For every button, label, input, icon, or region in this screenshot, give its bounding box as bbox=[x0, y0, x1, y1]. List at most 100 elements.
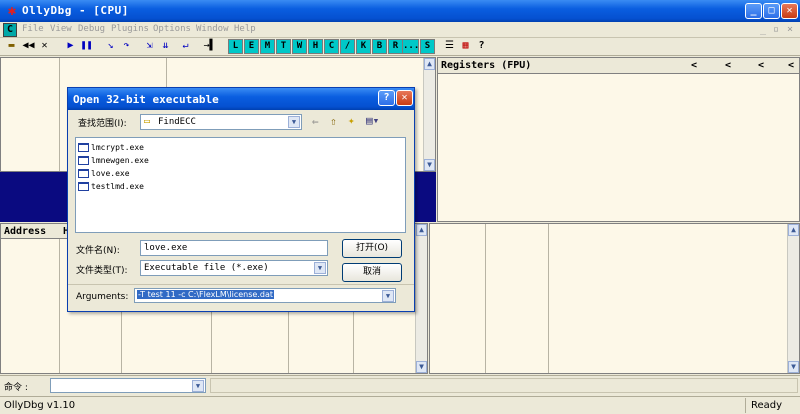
open-folder-icon[interactable]: ▬ bbox=[4, 39, 19, 54]
lookin-value: FindECC bbox=[158, 117, 196, 127]
dialog-close-button[interactable]: ✕ bbox=[396, 90, 413, 106]
minimize-button[interactable]: _ bbox=[745, 3, 762, 19]
filetype-select[interactable]: Executable file (*.exe) ▼ bbox=[140, 260, 328, 276]
file-name: love.exe bbox=[91, 169, 130, 178]
toolbar-letter-button[interactable]: S bbox=[420, 39, 435, 54]
list-item[interactable]: lmcrypt.exe bbox=[78, 141, 144, 154]
registers-nav-button[interactable]: < bbox=[691, 60, 697, 71]
file-list[interactable]: lmcrypt.exe lmnewgen.exe love.exe testlm… bbox=[75, 137, 406, 233]
new-folder-icon[interactable]: ✦ bbox=[348, 114, 355, 127]
filetype-label: 文件类型(T): bbox=[76, 266, 128, 276]
color-grid-icon[interactable]: ▦ bbox=[458, 39, 473, 54]
stack-pane[interactable]: ▲ ▼ bbox=[429, 223, 800, 374]
registers-nav-button[interactable]: < bbox=[725, 60, 731, 71]
registers-nav-button[interactable]: < bbox=[758, 60, 764, 71]
pause-icon[interactable]: ❚❚ bbox=[79, 39, 94, 54]
trace-over-icon[interactable]: ⇊ bbox=[158, 39, 173, 54]
maximize-button[interactable]: □ bbox=[763, 3, 780, 19]
filetype-value: Executable file (*.exe) bbox=[144, 263, 269, 273]
step-into-icon[interactable]: ↘ bbox=[103, 39, 118, 54]
menu-bar: C File View Debug Plugins Options Window… bbox=[0, 22, 800, 38]
toolbar-letter-button[interactable]: ... bbox=[402, 39, 419, 54]
exe-file-icon bbox=[78, 182, 89, 191]
toolbar-letter-button[interactable]: B bbox=[372, 39, 387, 54]
scroll-up-icon[interactable]: ▲ bbox=[788, 224, 799, 236]
step-over-icon[interactable]: ↷ bbox=[119, 39, 134, 54]
scroll-down-icon[interactable]: ▼ bbox=[416, 361, 427, 373]
command-label: 命令 : bbox=[4, 383, 28, 393]
toolbar-letter-button[interactable]: C bbox=[324, 39, 339, 54]
filename-input[interactable]: love.exe bbox=[140, 240, 328, 256]
folder-icon: ▭ bbox=[144, 116, 151, 127]
column-divider bbox=[59, 239, 60, 373]
column-divider bbox=[59, 58, 60, 171]
chevron-down-icon[interactable]: ▼ bbox=[288, 116, 300, 128]
chevron-down-icon[interactable]: ▼ bbox=[192, 380, 204, 392]
menu-options[interactable]: Options bbox=[153, 24, 191, 34]
view-menu-icon[interactable]: ▤▾ bbox=[366, 114, 379, 127]
status-right-panel: Ready bbox=[745, 398, 799, 413]
menu-file[interactable]: File bbox=[22, 24, 44, 34]
toolbar-letter-button[interactable]: M bbox=[260, 39, 275, 54]
menu-view[interactable]: View bbox=[50, 24, 72, 34]
run-icon[interactable]: ▶ bbox=[63, 39, 78, 54]
toolbar-letter-button[interactable]: E bbox=[244, 39, 259, 54]
stack-scrollbar[interactable]: ▲ ▼ bbox=[787, 224, 799, 373]
scroll-down-icon[interactable]: ▼ bbox=[788, 361, 799, 373]
mdi-minimize-icon[interactable]: _ bbox=[760, 24, 766, 35]
dump-address-header: Address bbox=[4, 226, 47, 237]
open-executable-dialog: Open 32-bit executable ? ✕ 查找范围(I): ▭ Fi… bbox=[67, 87, 415, 312]
command-input[interactable]: ▼ bbox=[50, 378, 206, 393]
toolbar-letter-button[interactable]: / bbox=[340, 39, 355, 54]
arguments-input[interactable]: -T test 11 -c C:\FlexLM\license.dat ▼ bbox=[134, 288, 396, 303]
toolbar-letter-button[interactable]: R bbox=[388, 39, 403, 54]
scroll-down-icon[interactable]: ▼ bbox=[424, 159, 435, 171]
dialog-divider bbox=[68, 284, 414, 285]
chevron-down-icon[interactable]: ▼ bbox=[314, 262, 326, 274]
toolbar: ▬ ◀◀ ✕ ▶ ❚❚ ↘ ↷ ⇲ ⇊ ↵ →▌ L E M T W H C /… bbox=[0, 38, 800, 56]
exe-file-icon bbox=[78, 156, 89, 165]
trace-into-icon[interactable]: ⇲ bbox=[142, 39, 157, 54]
menu-debug[interactable]: Debug bbox=[78, 24, 105, 34]
back-arrow-icon[interactable]: ⇐ bbox=[312, 115, 319, 128]
help-icon[interactable]: ? bbox=[474, 39, 489, 54]
registers-pane[interactable]: Registers (FPU) < < < < bbox=[437, 57, 800, 222]
file-name: lmnewgen.exe bbox=[91, 156, 149, 165]
scroll-up-icon[interactable]: ▲ bbox=[416, 224, 427, 236]
up-folder-icon[interactable]: ⇧ bbox=[330, 115, 337, 128]
rewind-icon[interactable]: ◀◀ bbox=[21, 39, 36, 54]
menu-help[interactable]: Help bbox=[234, 24, 256, 34]
title-bar: ✱ OllyDbg - [CPU] _ □ ✕ bbox=[0, 0, 800, 22]
dialog-help-button[interactable]: ? bbox=[378, 90, 395, 106]
registers-nav-button[interactable]: < bbox=[788, 60, 794, 71]
toolbar-letter-button[interactable]: W bbox=[292, 39, 307, 54]
command-bar: 命令 : ▼ bbox=[0, 375, 800, 395]
close-x-icon[interactable]: ✕ bbox=[37, 39, 52, 54]
cancel-button[interactable]: 取消 bbox=[342, 263, 402, 282]
filename-value: love.exe bbox=[144, 243, 188, 253]
open-button[interactable]: 打开(O) bbox=[342, 239, 402, 258]
list-icon[interactable]: ☰ bbox=[442, 39, 457, 54]
menu-plugins[interactable]: Plugins bbox=[111, 24, 149, 34]
registers-header: Registers (FPU) < < < < bbox=[438, 58, 799, 74]
goto-icon[interactable]: →▌ bbox=[202, 39, 217, 54]
chevron-down-icon[interactable]: ▼ bbox=[382, 290, 394, 302]
disassembly-scrollbar[interactable]: ▲ ▼ bbox=[423, 58, 435, 171]
list-item[interactable]: love.exe bbox=[78, 167, 130, 180]
execute-till-return-icon[interactable]: ↵ bbox=[178, 39, 193, 54]
list-item[interactable]: lmnewgen.exe bbox=[78, 154, 149, 167]
toolbar-letter-button[interactable]: H bbox=[308, 39, 323, 54]
cpu-window-icon[interactable]: C bbox=[3, 23, 17, 37]
dump-scrollbar[interactable]: ▲ ▼ bbox=[415, 224, 427, 373]
toolbar-letter-button[interactable]: T bbox=[276, 39, 291, 54]
close-button[interactable]: ✕ bbox=[781, 3, 798, 19]
status-bar: OllyDbg v1.10 Ready bbox=[0, 396, 800, 414]
toolbar-letter-button[interactable]: K bbox=[356, 39, 371, 54]
mdi-restore-icon[interactable]: ▫ bbox=[773, 24, 779, 35]
scroll-up-icon[interactable]: ▲ bbox=[424, 58, 435, 70]
lookin-select[interactable]: ▭ FindECC ▼ bbox=[140, 114, 302, 130]
toolbar-letter-button[interactable]: L bbox=[228, 39, 243, 54]
mdi-close-icon[interactable]: × bbox=[787, 24, 793, 35]
menu-window[interactable]: Window bbox=[196, 24, 229, 34]
list-item[interactable]: testlmd.exe bbox=[78, 180, 144, 193]
